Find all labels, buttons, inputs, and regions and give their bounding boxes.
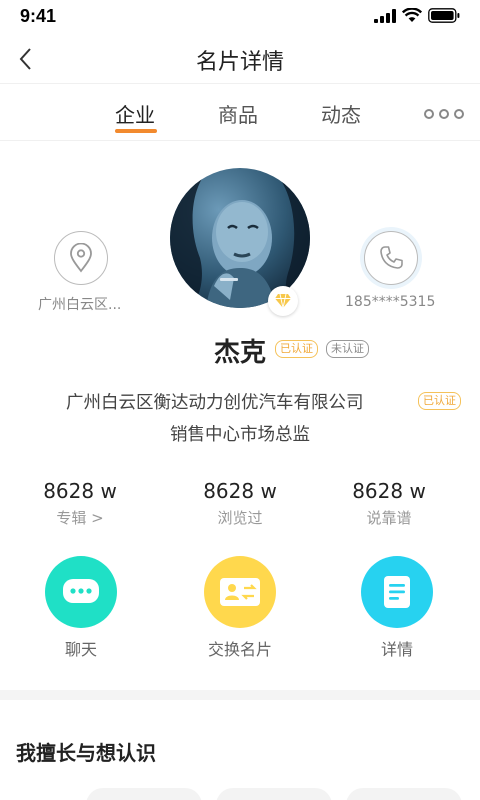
skill-chip[interactable] [86,788,202,800]
company-row: 广州白云区衡达动力创优汽车有限公司 已认证 [66,389,461,413]
location-text: 广州白云区... [38,297,122,313]
more-dot-icon [424,109,434,119]
tab-bar: 企业 商品 动态 [0,85,480,141]
stat-value: 8628 w [352,479,426,503]
nav-bar: 名片详情 [0,34,480,84]
stat-label: 浏览过 [217,509,263,527]
name-row: 杰克 已认证 未认证 [0,332,480,368]
chat-icon [63,579,99,603]
page-title: 名片详情 [195,50,284,75]
tab-moments[interactable]: 动态 [321,99,361,128]
skill-chip[interactable] [216,788,332,800]
diamond-badge [268,286,298,316]
wifi-icon [402,8,422,22]
more-dot-icon [454,109,464,119]
stat-reliable: 8628 w 说靠谱 [309,479,469,528]
status-bar: 9:41 [0,0,480,34]
exchange-card-label: 交换名片 [207,640,272,659]
location-pin-icon [70,243,92,273]
phone-button[interactable] [364,231,418,285]
location-button[interactable] [54,231,108,285]
stat-label: 专辑 > [56,509,104,527]
job-title: 销售中心市场总监 [170,425,310,445]
chat-circle [45,556,117,628]
phone-number: 185****5315 [345,294,436,310]
section-title: 我擅长与想认识 [16,741,156,765]
unverified-badge: 未认证 [326,340,369,358]
more-options-button[interactable] [424,109,464,119]
stat-albums[interactable]: 8628 w 专辑 > [0,479,160,528]
details-button[interactable]: 详情 [337,556,457,660]
company-name: 广州白云区衡达动力创优汽车有限公司 [66,393,364,413]
tab-company[interactable]: 企业 [115,99,155,128]
details-circle [361,556,433,628]
stat-value: 8628 w [43,479,117,503]
status-time: 9:41 [20,6,57,26]
signal-icon [374,8,396,23]
chat-label: 聊天 [64,640,97,659]
person-name: 杰克 [214,338,267,368]
battery-icon [428,8,460,23]
stat-views: 8628 w 浏览过 [160,479,320,528]
exchange-card-circle [204,556,276,628]
phone-icon [380,246,403,269]
active-tab-indicator [115,129,157,133]
company-verified-badge: 已认证 [418,392,461,410]
exchange-card-button[interactable]: 交换名片 [180,556,300,660]
document-icon [384,576,410,608]
chips-row [0,784,480,800]
skill-chip[interactable] [346,788,462,800]
stat-label: 说靠谱 [366,509,412,527]
diamond-icon [275,293,291,309]
more-dot-icon [439,109,449,119]
section-divider [0,690,480,700]
stat-value: 8628 w [203,479,277,503]
details-label: 详情 [380,640,413,659]
verified-badge: 已认证 [275,340,318,358]
chat-button[interactable]: 聊天 [21,556,141,660]
status-icons [374,8,460,23]
card-exchange-icon [220,578,260,606]
tab-products[interactable]: 商品 [218,99,258,128]
